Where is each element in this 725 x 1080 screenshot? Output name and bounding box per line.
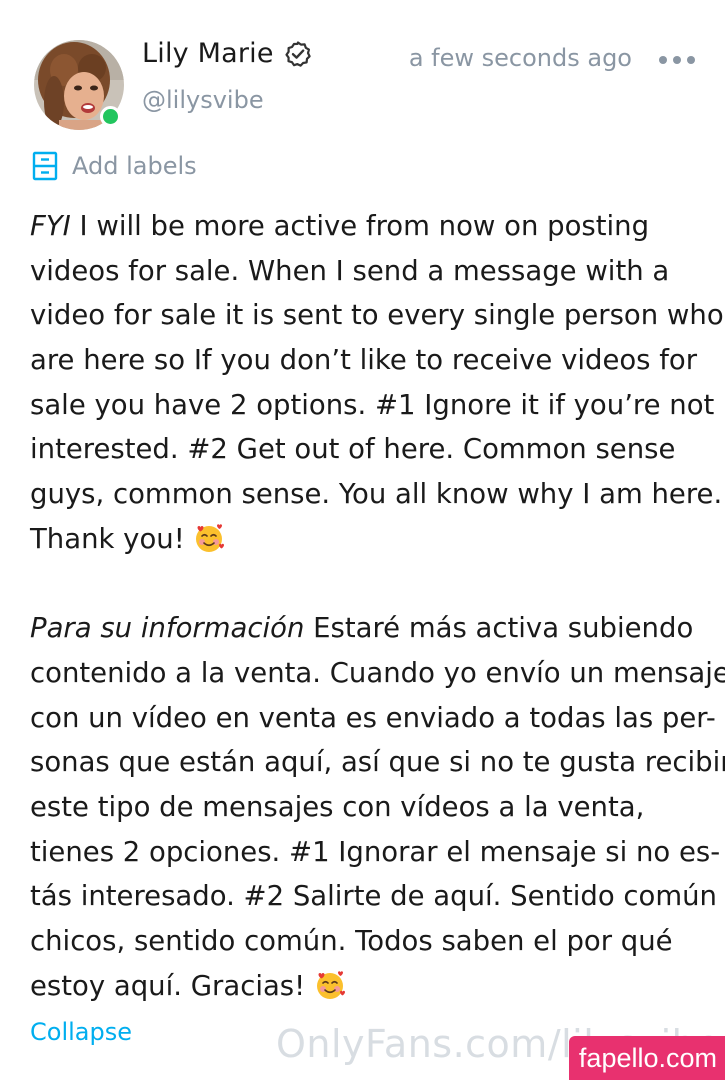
post-text-line: sale you have 2 options. #1 Ignore it if… (30, 388, 715, 421)
author-name-row[interactable]: Lily Marie (142, 38, 312, 69)
more-dot-icon (659, 56, 667, 64)
post-text-line: interested. #2 Get out of here. Common s… (30, 433, 676, 466)
more-dot-icon (673, 56, 681, 64)
more-options-button[interactable] (659, 50, 695, 70)
post-text-line: Para su información Estaré más activa su… (30, 612, 694, 645)
post-text: FYI I will be more active from now on po… (30, 204, 725, 1009)
labels-icon (32, 151, 58, 181)
post-text-italic-lead: Para su información (30, 612, 305, 645)
verified-badge-icon (285, 40, 311, 67)
post-text-line: contenido a la venta. Cuando yo envío un… (30, 656, 725, 689)
post-text-line: con un vídeo en venta es enviado a todas… (30, 701, 716, 734)
smiling-face-with-hearts-icon (316, 970, 345, 999)
add-labels-label: Add labels (72, 152, 197, 180)
post-timestamp: a few seconds ago (408, 44, 632, 72)
post-text-line: tienes 2 opciones. #1 Ignorar el mensaje… (30, 835, 721, 868)
more-dot-icon (687, 56, 695, 64)
smiling-face-with-hearts-icon (196, 524, 225, 552)
post-text-line: are here so If you don’t like to receive… (30, 344, 698, 377)
add-labels-button[interactable]: Add labels (32, 150, 197, 182)
author-handle[interactable]: @lilysvibe (142, 86, 264, 114)
post-text-italic-lead: FYI (30, 210, 71, 242)
post-text-line: tás interesado. #2 Salirte de aquí. Sent… (30, 880, 717, 913)
post-text-line: este tipo de mensajes con vídeos a la ve… (30, 790, 645, 823)
avatar[interactable] (34, 40, 124, 130)
post-text-line: videos for sale. When I send a message w… (30, 254, 670, 287)
post-text-line: estoy aquí. Gracias! (30, 964, 702, 1009)
site-badge: fapello.com (568, 1036, 725, 1080)
online-status-dot (100, 106, 121, 127)
post-text-line: video for sale it is sent to every singl… (30, 299, 724, 332)
post-text-line: FYI I will be more active from now on po… (30, 210, 650, 242)
post-text-line: sonas que están aquí, así que si no te g… (30, 746, 725, 779)
author-display-name[interactable]: Lily Marie (142, 38, 274, 69)
post-text-line: Thank you! (30, 517, 702, 562)
collapse-button[interactable]: Collapse (30, 1018, 132, 1046)
post-text-line: chicos, sentido común. Todos saben el po… (30, 925, 673, 957)
post-text-line: guys, common sense. You all know why I a… (30, 478, 723, 511)
